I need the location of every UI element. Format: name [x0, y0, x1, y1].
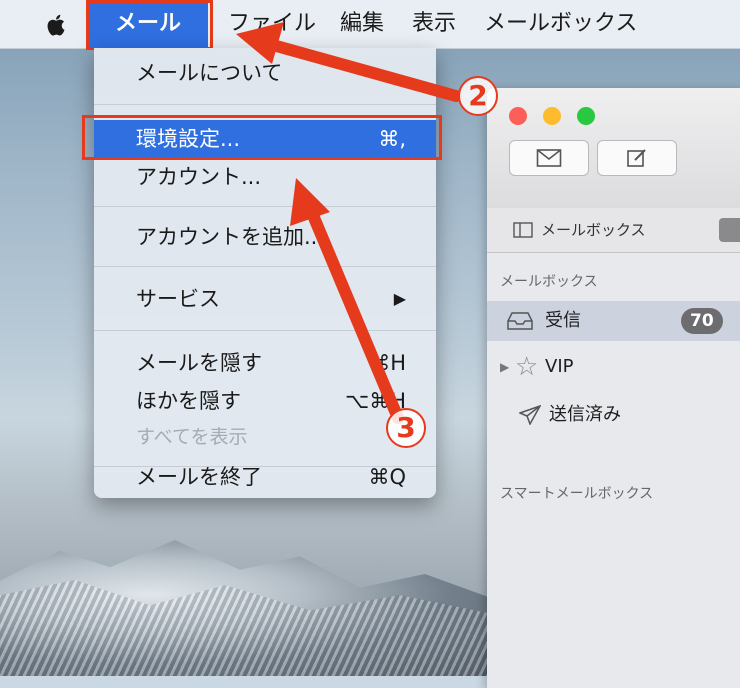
inbox-tray-icon	[507, 312, 533, 330]
menu-item-accounts[interactable]: アカウント...	[94, 158, 436, 196]
menubar-edit[interactable]: 編集	[340, 0, 384, 48]
menubar-mailbox[interactable]: メールボックス	[484, 0, 637, 48]
annotation-box-mail-menu	[86, 0, 213, 50]
mailbox-sidebar: メールボックス 受信 70 ▶ ☆ VIP 送信済み スマートメールボックス	[487, 253, 740, 688]
menu-item-label: メールを終了	[136, 465, 262, 489]
menu-item-label: アカウント...	[136, 165, 262, 189]
favorites-next-button[interactable]	[719, 218, 740, 242]
mail-toolbar	[487, 88, 740, 209]
sidebar-section-mailboxes: メールボックス	[500, 274, 598, 290]
sidebar-icon	[513, 222, 533, 238]
menu-separator	[94, 104, 436, 105]
menu-item-show-all: すべてを表示	[94, 418, 436, 456]
menu-item-label: アカウントを追加...	[136, 225, 325, 249]
mail-window: メールボックス メールボックス 受信 70 ▶ ☆ VIP 送信済み スマートメ…	[487, 88, 740, 688]
apple-icon[interactable]	[44, 12, 70, 38]
menu-item-label: ほかを隠す	[136, 389, 241, 413]
mailbox-toggle-label: メールボックス	[541, 221, 646, 239]
menu-item-label: サービス	[136, 287, 220, 311]
step-number-3: 3	[386, 408, 426, 448]
sidebar-item-inbox[interactable]: 受信 70	[487, 301, 740, 341]
menu-separator	[94, 206, 436, 207]
menu-item-add-account[interactable]: アカウントを追加...	[94, 218, 436, 256]
sidebar-section-smart-mailboxes: スマートメールボックス	[500, 486, 654, 502]
sidebar-item-vip-label: VIP	[545, 356, 574, 377]
inbox-count-badge: 70	[681, 308, 723, 334]
sidebar-item-vip[interactable]: ▶ ☆ VIP	[487, 347, 740, 387]
compose-icon	[627, 149, 646, 167]
menu-item-shortcut: ⌘Q	[368, 465, 406, 489]
menu-item-shortcut: ⌘H	[369, 351, 406, 375]
sidebar-item-inbox-label: 受信	[545, 310, 581, 331]
close-window-button[interactable]	[509, 107, 527, 125]
menu-item-label: メールについて	[136, 61, 283, 85]
mailbox-toggle-button[interactable]: メールボックス	[513, 216, 646, 244]
menu-item-services[interactable]: サービス ▶	[94, 280, 436, 318]
disclosure-triangle-icon[interactable]: ▶	[500, 347, 509, 387]
menu-item-label: メールを隠す	[136, 351, 262, 375]
menubar-view[interactable]: 表示	[412, 0, 456, 48]
annotation-box-preferences	[82, 115, 442, 160]
favorites-bar: メールボックス	[487, 208, 740, 253]
menubar-file[interactable]: ファイル	[228, 0, 316, 48]
menu-separator	[94, 266, 436, 267]
paper-plane-icon	[519, 405, 541, 425]
menu-item-hide-others[interactable]: ほかを隠す ⌥⌘H	[94, 382, 436, 420]
get-mail-button[interactable]	[509, 140, 589, 176]
sidebar-item-sent-label: 送信済み	[549, 404, 621, 425]
compose-button[interactable]	[597, 140, 677, 176]
envelope-icon	[536, 149, 562, 167]
minimize-window-button[interactable]	[543, 107, 561, 125]
menu-item-quit-mail[interactable]: メールを終了 ⌘Q	[94, 458, 436, 496]
zoom-window-button[interactable]	[577, 107, 595, 125]
submenu-arrow-icon: ▶	[393, 289, 406, 308]
menu-item-label: すべてを表示	[136, 426, 248, 448]
menu-item-about-mail[interactable]: メールについて	[94, 54, 436, 92]
step-number-2: 2	[458, 76, 498, 116]
star-icon: ☆	[515, 352, 539, 382]
sidebar-item-sent[interactable]: 送信済み	[487, 395, 740, 435]
menu-separator	[94, 330, 436, 331]
menu-item-hide-mail[interactable]: メールを隠す ⌘H	[94, 344, 436, 382]
